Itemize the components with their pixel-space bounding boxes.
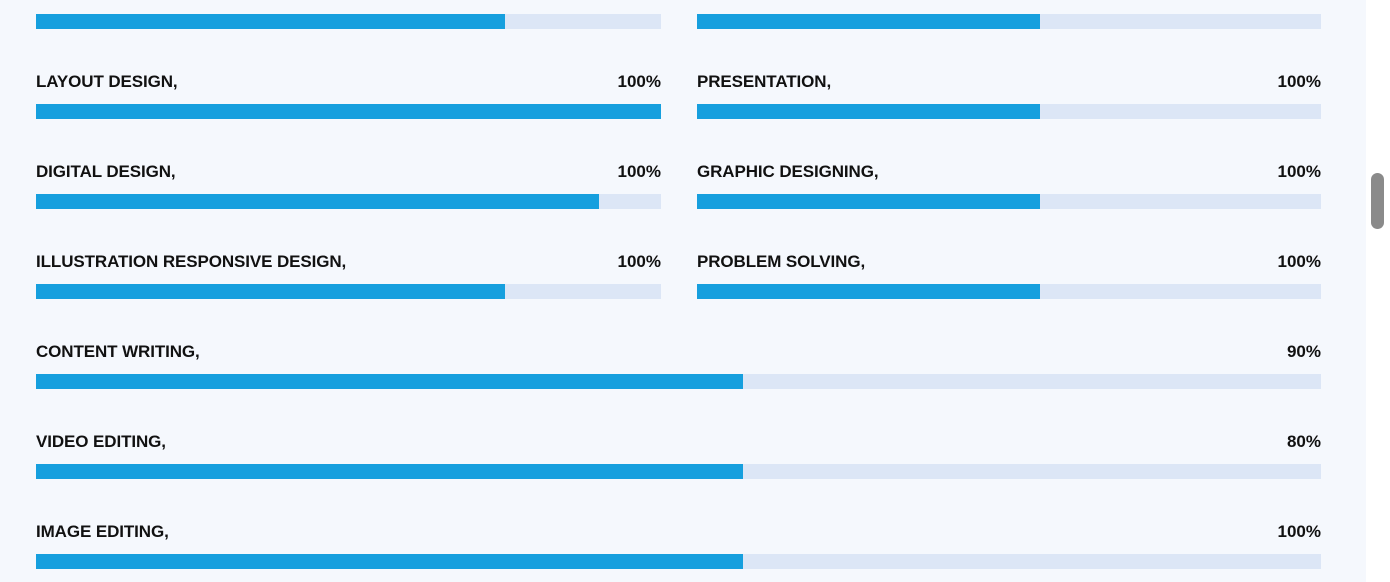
progress-bar-track — [697, 104, 1321, 119]
vertical-scrollbar[interactable] — [1366, 0, 1390, 582]
skill-name: LAYOUT DESIGN, — [36, 72, 178, 91]
skill-name: CONTENT WRITING, — [36, 342, 200, 361]
skill-percent: 100% — [1277, 72, 1321, 91]
skill-name: GRAPHIC DESIGNING, — [697, 162, 879, 181]
progress-bar-fill — [36, 284, 505, 299]
progress-bar-fill — [36, 464, 743, 479]
progress-bar-track — [36, 554, 1321, 569]
skill-percent: 100% — [1277, 162, 1321, 181]
skill-name: DIGITAL DESIGN, — [36, 162, 176, 181]
progress-bar-track — [36, 374, 1321, 389]
skill-problem-solving: PROBLEM SOLVING, 100% — [697, 252, 1321, 300]
skill-percent: 100% — [1277, 522, 1321, 541]
skill-presentation: PRESENTATION, 100% — [697, 72, 1321, 120]
skill-percent: 100% — [1277, 252, 1321, 271]
skill-percent: 100% — [617, 252, 661, 271]
progress-bar-fill — [697, 284, 1041, 299]
skill-content-writing: CONTENT WRITING, 90% — [36, 342, 1321, 390]
skill-name: ILLUSTRATION RESPONSIVE DESIGN, — [36, 252, 347, 271]
skill-video-editing: VIDEO EDITING, 80% — [36, 432, 1321, 480]
progress-bar-fill — [36, 14, 505, 29]
progress-bar-track — [36, 14, 661, 29]
progress-bar-track — [36, 104, 661, 119]
progress-bar-track — [36, 464, 1321, 479]
skill-name: PRESENTATION, — [697, 72, 832, 91]
skill-digital-design: DIGITAL DESIGN, 100% — [36, 162, 661, 210]
progress-bar-fill — [36, 194, 599, 209]
skill-name: IMAGE EDITING, — [36, 522, 169, 541]
scrollbar-thumb[interactable] — [1371, 173, 1384, 229]
progress-bar-fill — [697, 104, 1041, 119]
skill-partial-right — [697, 0, 1321, 30]
skill-percent: 80% — [1286, 432, 1321, 451]
progress-bar-fill — [36, 554, 743, 569]
progress-bar-fill — [36, 374, 743, 389]
progress-bar-fill — [697, 14, 1041, 29]
skill-name: VIDEO EDITING, — [36, 432, 166, 451]
progress-bar-fill — [36, 104, 661, 119]
skill-percent: 100% — [617, 72, 661, 91]
skills-section: LAYOUT DESIGN, 100% PRESENTATION, 100% D… — [0, 0, 1366, 582]
skill-layout-design: LAYOUT DESIGN, 100% — [36, 72, 661, 120]
progress-bar-fill — [697, 194, 1041, 209]
skill-name: PROBLEM SOLVING, — [697, 252, 866, 271]
skill-illustration-responsive-design: ILLUSTRATION RESPONSIVE DESIGN, 100% — [36, 252, 661, 300]
skill-partial-left — [36, 0, 661, 30]
skill-image-editing: IMAGE EDITING, 100% — [36, 522, 1321, 570]
progress-bar-track — [36, 194, 661, 209]
skill-percent: 90% — [1286, 342, 1321, 361]
progress-bar-track — [36, 284, 661, 299]
progress-bar-track — [697, 14, 1321, 29]
skill-graphic-designing: GRAPHIC DESIGNING, 100% — [697, 162, 1321, 210]
progress-bar-track — [697, 194, 1321, 209]
progress-bar-track — [697, 284, 1321, 299]
skill-percent: 100% — [617, 162, 661, 181]
